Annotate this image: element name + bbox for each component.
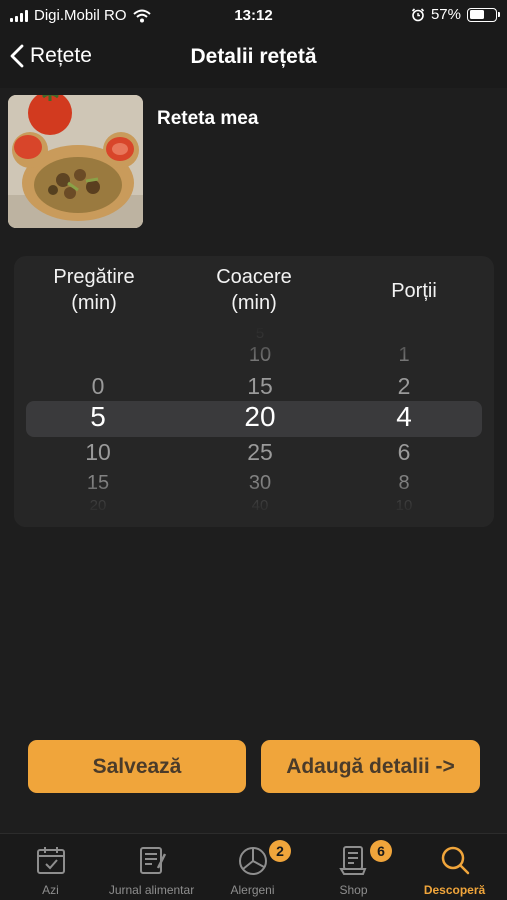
tab-label: Descoperă (423, 883, 486, 897)
calendar-icon (37, 847, 65, 874)
picker-option[interactable]: 1 (344, 345, 464, 365)
picker-option[interactable]: 5 (200, 326, 320, 341)
picker-selected-value[interactable]: 20 (200, 403, 320, 431)
picker-option[interactable]: 10 (200, 345, 320, 365)
page-title: Detalii rețetă (190, 45, 317, 68)
picker-option[interactable]: 6 (344, 440, 464, 464)
picker-option[interactable]: 15 (200, 374, 320, 398)
navigation-bar: Rețete Detalii rețetă (0, 32, 507, 88)
tab-bar: Azi Jurnal alimentar 2 Alergeni 6 Shop D… (0, 833, 507, 900)
servings-wheel[interactable]: 1 2 4 6 8 10 (344, 256, 464, 527)
picker-selected-value[interactable]: 4 (344, 403, 464, 431)
tab-label: Shop (339, 883, 368, 897)
picker-option[interactable]: 30 (200, 473, 320, 493)
tab-allergens[interactable]: 2 Alergeni (202, 834, 303, 900)
picker-option[interactable]: 15 (38, 473, 158, 493)
pie-chart-icon (239, 847, 267, 875)
tab-shop[interactable]: 6 Shop (303, 834, 404, 900)
alarm-icon (411, 7, 425, 21)
battery-percent: 57% (430, 6, 461, 23)
picker-option[interactable]: 2 (344, 374, 464, 398)
tab-label: Jurnal alimentar (108, 883, 195, 897)
picker-option[interactable]: 20 (38, 498, 158, 513)
recipe-photo[interactable] (8, 95, 143, 228)
add-details-button[interactable]: Adaugă detalii -> (261, 740, 480, 793)
tab-food-journal[interactable]: Jurnal alimentar (101, 834, 202, 900)
preparation-time-wheel[interactable]: 0 5 10 15 20 (38, 256, 158, 527)
picker-selected-value[interactable]: 5 (38, 403, 158, 431)
tab-today[interactable]: Azi (0, 834, 101, 900)
picker-option[interactable]: 10 (38, 440, 158, 464)
status-bar: Digi.Mobil RO 13:12 57% (0, 0, 507, 32)
picker-option[interactable]: 8 (344, 473, 464, 493)
tab-discover[interactable]: Descoperă (404, 834, 505, 900)
journal-icon (140, 847, 167, 874)
allergens-badge: 2 (269, 840, 291, 862)
cooking-time-wheel[interactable]: 5 10 15 20 25 30 40 (200, 256, 320, 527)
picker-option[interactable]: 25 (200, 440, 320, 464)
battery-icon (467, 7, 500, 22)
tab-label: Alergeni (230, 883, 275, 897)
shopping-list-icon (339, 846, 367, 875)
picker-option[interactable]: 40 (200, 498, 320, 513)
status-right: 57% (411, 6, 500, 23)
save-button[interactable]: Salvează (28, 740, 246, 793)
time-servings-picker: Pregătire (min) Coacere (min) Porții 051… (14, 256, 494, 527)
tab-label: Azi (42, 883, 59, 897)
recipe-name: Reteta mea (157, 108, 259, 129)
search-icon (441, 846, 470, 875)
picker-option[interactable]: 10 (344, 498, 464, 513)
recipe-photo-image (8, 95, 143, 228)
picker-option[interactable]: 0 (38, 374, 158, 398)
shop-badge: 6 (370, 840, 392, 862)
battery-fill (469, 10, 484, 19)
